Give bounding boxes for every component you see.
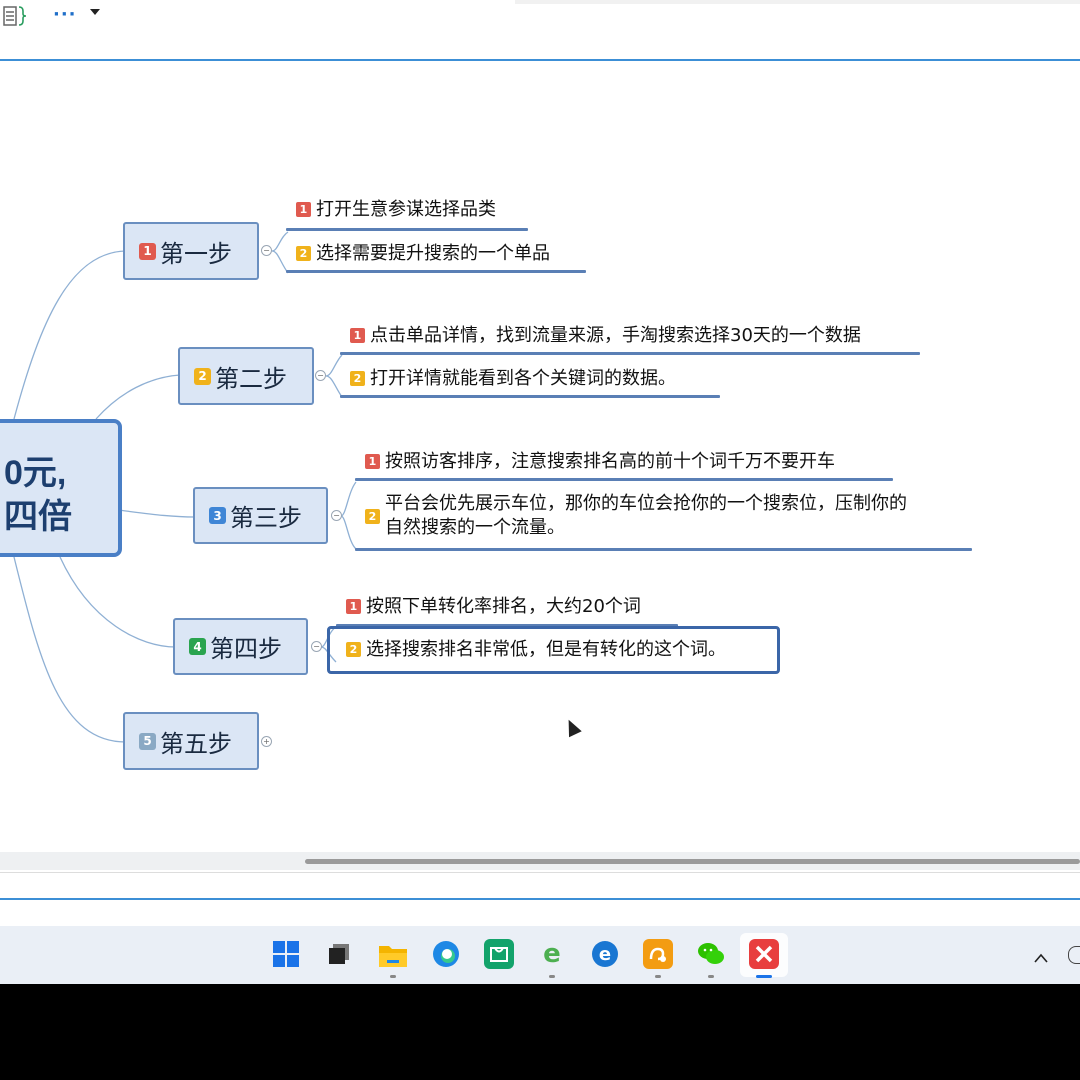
branch-step-1[interactable]: 1 第一步 bbox=[123, 222, 259, 280]
leaf-text: 打开生意参谋选择品类 bbox=[316, 199, 496, 220]
more-options-icon[interactable]: ··· bbox=[53, 4, 77, 25]
leaf-underline bbox=[286, 270, 586, 273]
outline-view-icon[interactable] bbox=[2, 3, 30, 29]
priority-badge-1: 1 bbox=[365, 454, 380, 469]
branch-step-3[interactable]: 3 第三步 bbox=[193, 487, 328, 544]
status-bar bbox=[0, 872, 1080, 899]
svg-text:e: e bbox=[599, 944, 611, 965]
horizontal-scrollbar[interactable] bbox=[0, 852, 1080, 870]
edge-browser-icon[interactable] bbox=[431, 939, 461, 969]
file-explorer-icon[interactable] bbox=[378, 939, 408, 969]
leaf-2-2[interactable]: 2 打开详情就能看到各个关键词的数据。 bbox=[350, 367, 676, 391]
running-indicator bbox=[655, 975, 661, 978]
collapse-toggle-icon[interactable]: − bbox=[311, 641, 322, 652]
branch-label: 第五步 bbox=[160, 730, 232, 758]
running-indicator bbox=[549, 975, 555, 978]
windows-taskbar: e e bbox=[0, 926, 1080, 984]
priority-badge-2: 2 bbox=[350, 371, 365, 386]
edge-legacy-icon[interactable]: e bbox=[590, 939, 620, 969]
chevron-up-icon[interactable] bbox=[1034, 948, 1048, 967]
priority-badge-2: 2 bbox=[296, 246, 311, 261]
leaf-text-line2: 自然搜索的一个流量。 bbox=[385, 517, 565, 538]
leaf-1-1[interactable]: 1 打开生意参谋选择品类 bbox=[296, 198, 496, 222]
status-divider bbox=[0, 898, 1080, 900]
ie-browser-icon[interactable]: e bbox=[537, 939, 567, 969]
leaf-text-block: 平台会优先展示车位，那你的车位会抢你的一个搜索位，压制你的 自然搜索的一个流量。 bbox=[385, 492, 907, 540]
toolbar-right-area bbox=[515, 0, 1080, 4]
branch-label: 第一步 bbox=[160, 240, 232, 268]
priority-badge-3: 3 bbox=[209, 507, 226, 524]
active-indicator bbox=[756, 975, 772, 978]
leaf-4-1[interactable]: 1 按照下单转化率排名，大约20个词 bbox=[346, 595, 641, 619]
toolbar-divider bbox=[0, 59, 1080, 61]
branch-label: 第三步 bbox=[230, 505, 302, 532]
leaf-2-1[interactable]: 1 点击单品详情，找到流量来源，手淘搜索选择30天的一个数据 bbox=[350, 324, 861, 348]
toolbar: ··· bbox=[0, 0, 1080, 36]
leaf-text: 按照下单转化率排名，大约20个词 bbox=[366, 596, 641, 617]
running-indicator bbox=[390, 975, 396, 978]
priority-badge-2: 2 bbox=[365, 509, 380, 524]
branch-step-2[interactable]: 2 第二步 bbox=[178, 347, 314, 405]
chevron-down-icon[interactable] bbox=[90, 9, 100, 15]
store-icon[interactable] bbox=[484, 939, 514, 969]
uc-browser-icon[interactable] bbox=[643, 939, 673, 969]
leaf-underline bbox=[340, 395, 720, 398]
collapse-toggle-icon[interactable]: − bbox=[315, 370, 326, 381]
priority-badge-2: 2 bbox=[346, 642, 361, 657]
branch-label: 第二步 bbox=[215, 365, 287, 393]
leaf-3-2[interactable]: 2 平台会优先展示车位，那你的车位会抢你的一个搜索位，压制你的 自然搜索的一个流… bbox=[365, 492, 907, 540]
priority-badge-1: 1 bbox=[296, 202, 311, 217]
task-view-icon[interactable] bbox=[324, 939, 354, 969]
priority-badge-1: 1 bbox=[346, 599, 361, 614]
central-topic[interactable]: 0元, 四倍 bbox=[0, 419, 122, 557]
scrollbar-thumb[interactable] bbox=[305, 859, 1080, 864]
priority-badge-4: 4 bbox=[189, 638, 206, 655]
priority-badge-5: 5 bbox=[139, 732, 156, 750]
network-icon[interactable] bbox=[1068, 946, 1080, 964]
branch-step-4[interactable]: 4 第四步 bbox=[173, 618, 308, 675]
priority-badge-2: 2 bbox=[194, 367, 211, 385]
leaf-text: 按照访客排序，注意搜索排名高的前十个词千万不要开车 bbox=[385, 451, 835, 472]
running-indicator bbox=[708, 975, 714, 978]
priority-badge-1: 1 bbox=[350, 328, 365, 343]
windows-start-icon[interactable] bbox=[271, 939, 301, 969]
collapse-toggle-icon[interactable]: − bbox=[331, 510, 342, 521]
leaf-underline bbox=[355, 548, 972, 551]
leaf-underline bbox=[286, 228, 528, 231]
branch-step-5[interactable]: 5 第五步 bbox=[123, 712, 259, 770]
leaf-underline bbox=[340, 352, 920, 355]
leaf-text-line1: 平台会优先展示车位，那你的车位会抢你的一个搜索位，压制你的 bbox=[385, 493, 907, 514]
priority-badge-1: 1 bbox=[139, 242, 156, 260]
branch-label: 第四步 bbox=[210, 636, 282, 663]
collapse-toggle-icon[interactable]: − bbox=[261, 245, 272, 256]
mindmap-canvas[interactable]: 0元, 四倍 1 第一步 − 1 打开生意参谋选择品类 2 选择需要提升搜索的一… bbox=[0, 62, 1080, 852]
central-topic-line2: 四倍 bbox=[4, 498, 72, 536]
xmind-icon[interactable] bbox=[749, 939, 779, 969]
leaf-1-2[interactable]: 2 选择需要提升搜索的一个单品 bbox=[296, 242, 550, 266]
leaf-3-1[interactable]: 1 按照访客排序，注意搜索排名高的前十个词千万不要开车 bbox=[365, 450, 835, 474]
leaf-underline bbox=[355, 478, 893, 481]
central-topic-line1: 0元, bbox=[4, 454, 67, 492]
leaf-text: 点击单品详情，找到流量来源，手淘搜索选择30天的一个数据 bbox=[370, 325, 861, 346]
leaf-text: 选择搜索排名非常低，但是有转化的这个词。 bbox=[366, 639, 726, 660]
mindmap-app-window: ··· 0元, 四倍 1 第一步 − 1 打开生意参谋选择品类 2 选择需要提升… bbox=[0, 0, 1080, 984]
leaf-text: 选择需要提升搜索的一个单品 bbox=[316, 243, 550, 264]
leaf-text: 打开详情就能看到各个关键词的数据。 bbox=[370, 368, 676, 389]
leaf-4-2[interactable]: 2 选择搜索排名非常低，但是有转化的这个词。 bbox=[346, 638, 726, 662]
expand-toggle-icon[interactable]: + bbox=[261, 736, 272, 747]
wechat-icon[interactable] bbox=[696, 939, 726, 969]
